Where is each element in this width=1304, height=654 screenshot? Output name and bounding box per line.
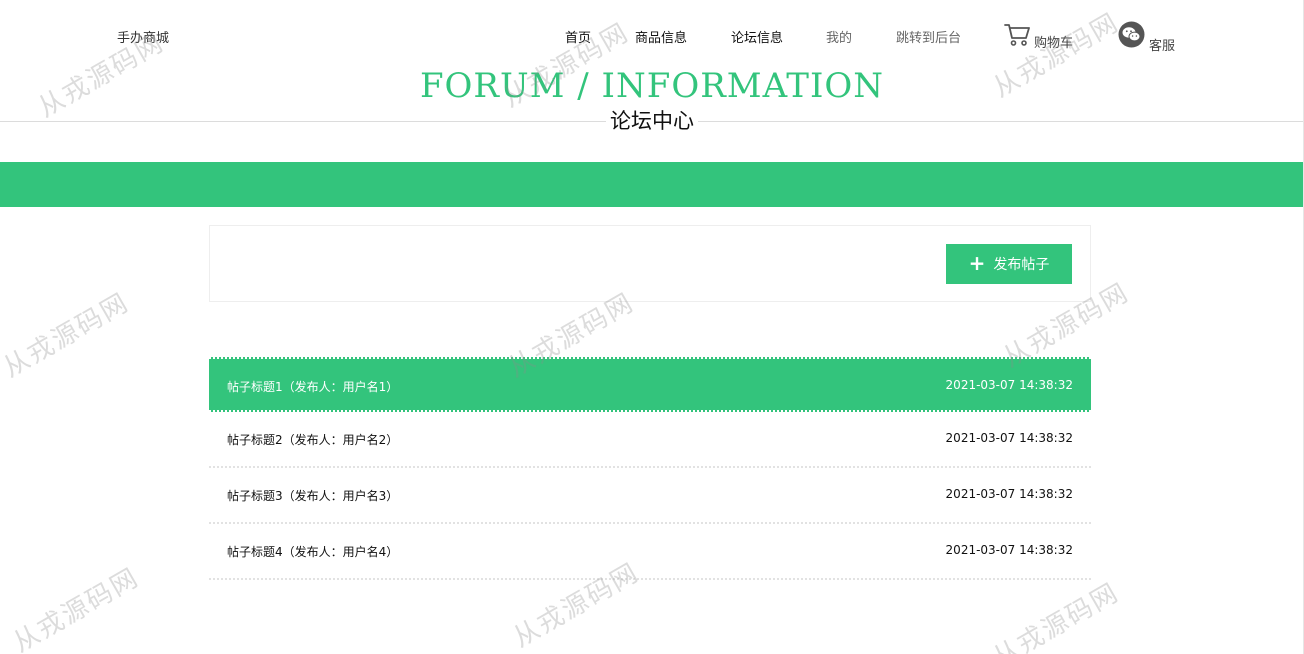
post-time: 2021-03-07 14:38:32 [945, 378, 1073, 392]
watermark: 从戎源码网 [988, 577, 1125, 654]
post-row[interactable]: 帖子标题1（发布人：用户名1） 2021-03-07 14:38:32 [209, 357, 1091, 412]
plus-icon: + [968, 251, 986, 275]
main-nav: 首页 商品信息 论坛信息 我的 跳转到后台 [0, 27, 1303, 51]
post-time: 2021-03-07 14:38:32 [945, 431, 1073, 445]
post-row[interactable]: 帖子标题2（发布人：用户名2） 2021-03-07 14:38:32 [209, 412, 1091, 468]
page-title-chinese: 论坛中心 [606, 107, 698, 135]
post-row[interactable]: 帖子标题4（发布人：用户名4） 2021-03-07 14:38:32 [209, 524, 1091, 580]
post-title: 帖子标题3（发布人：用户名3） [227, 489, 399, 503]
post-title: 帖子标题4（发布人：用户名4） [227, 545, 399, 559]
action-bar: + 发布帖子 [209, 225, 1091, 302]
post-title: 帖子标题2（发布人：用户名2） [227, 433, 399, 447]
forum-page: 手办商城 首页 商品信息 论坛信息 我的 跳转到后台 购物车 客服 FORUM … [0, 0, 1304, 654]
page-title-english: FORUM / INFORMATION [419, 66, 885, 104]
nav-item-forum[interactable]: 论坛信息 [731, 27, 783, 46]
green-banner [0, 162, 1303, 207]
service-label: 客服 [1149, 39, 1176, 54]
cart-icon [1004, 23, 1030, 47]
nav-item-admin[interactable]: 跳转到后台 [896, 27, 961, 46]
customer-service-link[interactable]: 客服 [1118, 21, 1176, 54]
watermark: 从戎源码网 [8, 562, 145, 654]
page-title-chinese-wrap: 论坛中心 [0, 107, 1303, 137]
post-title: 帖子标题1（发布人：用户名1） [227, 380, 399, 394]
post-time: 2021-03-07 14:38:32 [945, 487, 1073, 501]
nav-item-products[interactable]: 商品信息 [635, 27, 687, 46]
wechat-icon [1118, 21, 1145, 52]
publish-post-button[interactable]: + 发布帖子 [946, 244, 1072, 284]
post-time: 2021-03-07 14:38:32 [945, 543, 1073, 557]
cart-link[interactable]: 购物车 [1004, 23, 1073, 51]
post-list: 帖子标题1（发布人：用户名1） 2021-03-07 14:38:32 帖子标题… [209, 357, 1091, 580]
nav-item-mine[interactable]: 我的 [826, 27, 852, 46]
nav-item-home[interactable]: 首页 [565, 27, 591, 46]
post-row[interactable]: 帖子标题3（发布人：用户名3） 2021-03-07 14:38:32 [209, 468, 1091, 524]
cart-label: 购物车 [1034, 36, 1074, 51]
publish-post-label: 发布帖子 [993, 257, 1050, 273]
watermark: 从戎源码网 [0, 287, 135, 384]
